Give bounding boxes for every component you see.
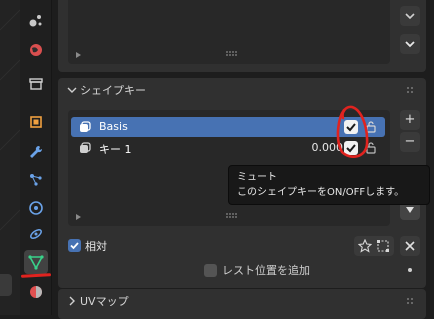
- checkmark-icon: [70, 242, 79, 250]
- chevron-down-icon: [405, 41, 415, 48]
- tab-constraints[interactable]: [24, 222, 48, 246]
- checkmark-icon: [346, 144, 356, 153]
- panel-drag-grip-icon[interactable]: [406, 297, 416, 305]
- tooltip-title: ミュート: [237, 172, 277, 183]
- mute-tooltip: ミュート このシェイプキーをON/OFFします。: [228, 165, 430, 205]
- world-icon: [30, 44, 42, 56]
- shape-key-icon: [80, 121, 91, 132]
- panel-title: シェイプキー: [80, 84, 146, 97]
- rest-position-checkbox[interactable]: [204, 264, 217, 277]
- tab-collection[interactable]: [24, 72, 48, 96]
- lock-icon[interactable]: [364, 120, 378, 134]
- tab-particle-system[interactable]: [24, 168, 48, 192]
- object-icon: [30, 116, 42, 128]
- move-down-button[interactable]: [400, 6, 420, 26]
- vertex-groups-list[interactable]: [68, 0, 390, 64]
- star-icon[interactable]: [358, 239, 372, 253]
- remove-shape-key-button[interactable]: −: [400, 132, 420, 152]
- vertex-groups-panel: [58, 0, 426, 72]
- mesh-data-icon: [28, 255, 44, 270]
- viewport-widget[interactable]: [0, 274, 12, 296]
- clear-shape-keys-button[interactable]: [400, 236, 420, 256]
- list-expand-icon[interactable]: [76, 214, 81, 220]
- shape-key-row[interactable]: キー 1 0.000: [71, 138, 385, 158]
- list-resize-grip-icon[interactable]: [226, 213, 238, 219]
- shape-key-name: キー 1: [99, 143, 132, 156]
- tab-particles[interactable]: [24, 8, 48, 32]
- tooltip-description: このシェイプキーをON/OFFします。: [237, 187, 405, 198]
- add-shape-key-button[interactable]: +: [400, 110, 420, 130]
- collection-icon: [29, 78, 43, 90]
- close-icon: [405, 241, 415, 251]
- tab-material[interactable]: [24, 280, 48, 304]
- uv-maps-header[interactable]: UVマップ: [58, 289, 426, 313]
- tab-world[interactable]: [24, 38, 48, 62]
- shape-key-value[interactable]: 0.000: [263, 141, 344, 154]
- pin-edit-toggle-group[interactable]: [354, 236, 394, 256]
- list-resize-grip-icon[interactable]: [226, 51, 238, 57]
- list-expand-icon[interactable]: [76, 52, 81, 58]
- shape-key-row[interactable]: Basis: [71, 117, 385, 137]
- modifier-wrench-icon: [30, 145, 43, 158]
- material-icon: [30, 286, 42, 298]
- properties-editor: シェイプキー Basis キー 1 0.000 + − 相対 レスト位置を追加 …: [52, 0, 434, 319]
- particles-icon: [29, 15, 42, 27]
- viewport-grid: [0, 9, 21, 231]
- chevron-down-icon: [405, 13, 415, 20]
- rest-position-label: レスト位置を追加: [222, 264, 310, 277]
- shape-key-icon: [80, 142, 91, 153]
- shape-key-name: Basis: [99, 120, 128, 133]
- relative-label: 相対: [85, 240, 107, 253]
- relative-checkbox[interactable]: [68, 239, 81, 252]
- triangle-down-icon: [406, 207, 414, 213]
- panel-title: UVマップ: [80, 295, 129, 308]
- mute-checkbox[interactable]: [344, 120, 358, 134]
- checkmark-icon: [346, 123, 356, 132]
- mute-checkbox[interactable]: [344, 141, 358, 155]
- keyframe-dot-icon[interactable]: [408, 268, 412, 272]
- edit-mode-cage-icon[interactable]: [376, 239, 390, 253]
- shape-keys-header[interactable]: シェイプキー: [58, 78, 426, 102]
- tab-object[interactable]: [24, 110, 48, 134]
- tab-modifiers[interactable]: [24, 140, 48, 164]
- lock-icon[interactable]: [364, 141, 378, 155]
- chevron-right-icon: [69, 296, 75, 306]
- tab-physics[interactable]: [24, 196, 48, 220]
- specials-menu-button[interactable]: [400, 34, 420, 54]
- chevron-down-icon: [67, 87, 77, 93]
- viewport-edge: [0, 0, 21, 315]
- constraint-icon: [30, 229, 42, 239]
- relative-row: 相対: [68, 236, 420, 256]
- properties-tab-bar: [20, 0, 52, 315]
- physics-icon: [29, 201, 43, 215]
- panel-drag-grip-icon[interactable]: [406, 86, 416, 94]
- particle-system-icon: [30, 174, 42, 186]
- tab-mesh-data[interactable]: [24, 250, 48, 274]
